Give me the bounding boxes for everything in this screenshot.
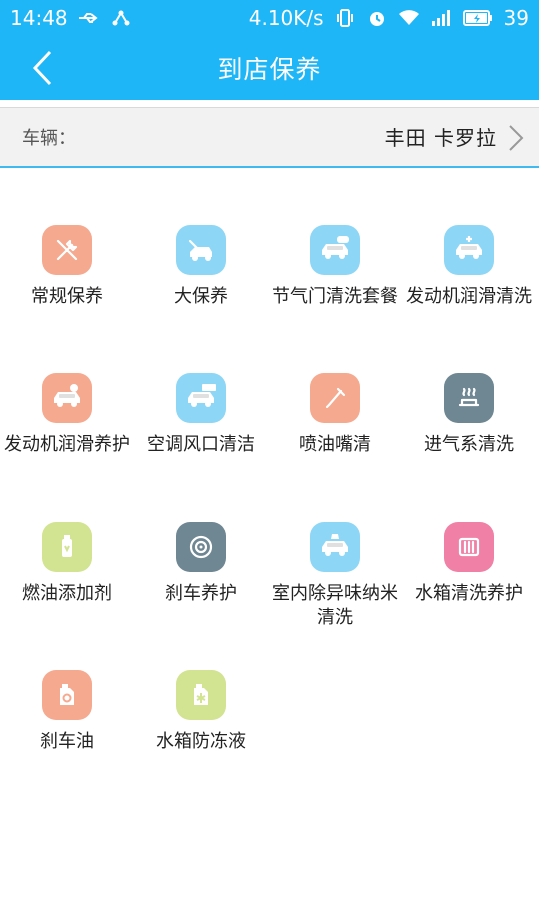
service-label: 喷油嘴清	[299, 434, 371, 455]
signal-icon	[430, 7, 452, 29]
service-tile[interactable]: 空调风口清洁	[134, 373, 268, 503]
brake-oil-icon	[42, 670, 92, 720]
share-icon	[110, 7, 132, 29]
header-divider	[0, 100, 539, 108]
service-tile[interactable]: 刹车养护	[134, 522, 268, 652]
wifi-icon	[398, 7, 420, 29]
status-right: 4.10K/s 39	[249, 6, 529, 30]
car-throttle-icon	[310, 225, 360, 275]
service-tile[interactable]: 水箱清洗养护	[402, 522, 536, 652]
vehicle-selector[interactable]: 车辆： 丰田 卡罗拉	[0, 108, 539, 168]
status-bar: 14:48 4.10K/s 39	[0, 0, 539, 36]
service-label: 刹车油	[40, 731, 94, 752]
network-speed: 4.10K/s	[248, 6, 324, 30]
service-tile[interactable]: 常规保养	[0, 225, 134, 355]
tools-icon	[42, 225, 92, 275]
chevron-right-icon	[509, 125, 524, 151]
vibrate-icon	[334, 7, 356, 29]
battery-icon	[462, 7, 494, 29]
service-tile[interactable]: 节气门清洗套餐	[268, 225, 402, 355]
service-label: 水箱清洗养护	[415, 583, 523, 604]
injector-icon	[310, 373, 360, 423]
brake-disc-icon	[176, 522, 226, 572]
status-time: 14:48	[10, 6, 68, 30]
status-left: 14:48	[10, 6, 132, 30]
service-tile[interactable]: 室内除异味纳米清洗	[268, 522, 402, 652]
service-tile[interactable]: 大保养	[134, 225, 268, 355]
car-engine-clean-icon	[444, 225, 494, 275]
vehicle-value: 丰田 卡罗拉	[384, 126, 497, 150]
antifreeze-icon	[176, 670, 226, 720]
service-tile[interactable]: 水箱防冻液	[134, 670, 268, 800]
usb-icon	[78, 7, 100, 29]
service-tile[interactable]: 刹车油	[0, 670, 134, 800]
nav-bar: 到店保养	[0, 36, 539, 100]
service-label: 发动机润滑养护	[4, 434, 130, 455]
service-tile[interactable]: 发动机润滑养护	[0, 373, 134, 503]
car-interior-icon	[310, 522, 360, 572]
car-repair-icon	[176, 225, 226, 275]
service-tile[interactable]: 喷油嘴清	[268, 373, 402, 503]
service-tile[interactable]: 发动机润滑清洗	[402, 225, 536, 355]
fuel-bottle-icon	[42, 522, 92, 572]
service-label: 常规保养	[31, 286, 103, 307]
intake-icon	[444, 373, 494, 423]
car-engine-care-icon	[42, 373, 92, 423]
alarm-icon	[366, 7, 388, 29]
service-label: 发动机润滑清洗	[406, 286, 532, 307]
page-title: 到店保养	[217, 55, 322, 84]
service-label: 水箱防冻液	[156, 731, 246, 752]
battery-level: 39	[503, 6, 529, 30]
service-label: 室内除异味纳米清洗	[272, 583, 398, 628]
service-label: 空调风口清洁	[147, 434, 255, 455]
service-label: 节气门清洗套餐	[272, 286, 398, 307]
service-label: 刹车养护	[165, 583, 237, 604]
service-label: 燃油添加剂	[22, 583, 112, 604]
radiator-icon	[444, 522, 494, 572]
service-label: 进气系清洗	[424, 434, 514, 455]
car-aircon-icon	[176, 373, 226, 423]
service-tile[interactable]: 进气系清洗	[402, 373, 536, 503]
vehicle-label: 车辆：	[22, 128, 76, 149]
service-label: 大保养	[174, 286, 228, 307]
service-tile[interactable]: 燃油添加剂	[0, 522, 134, 652]
top-bar: 14:48 4.10K/s 39 到店保养	[0, 0, 539, 100]
